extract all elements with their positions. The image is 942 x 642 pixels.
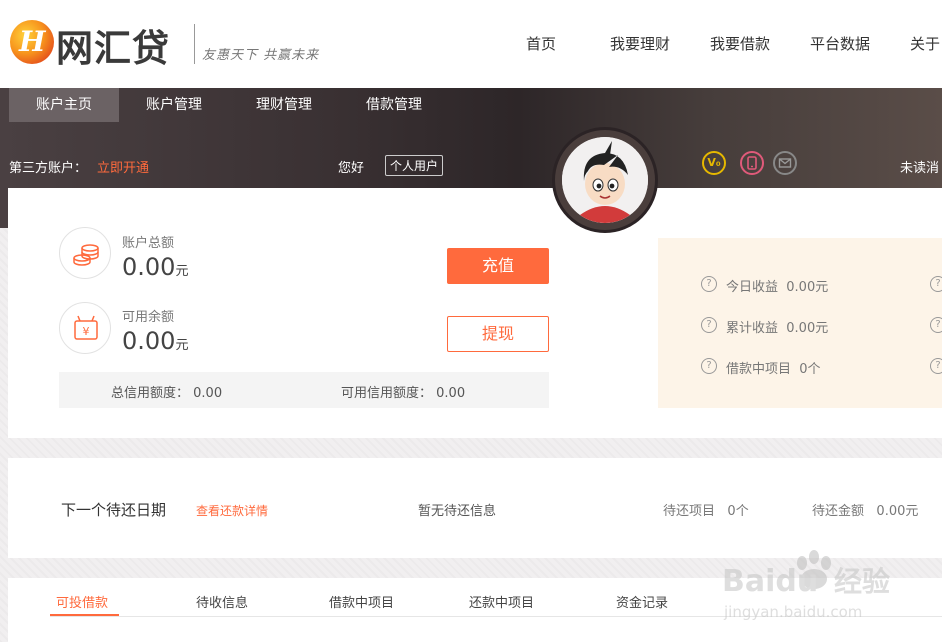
- help-icon[interactable]: ?: [701, 317, 717, 333]
- repayment-details-link[interactable]: 查看还款详情: [196, 502, 268, 519]
- tab-account-home[interactable]: 账户主页: [9, 88, 119, 122]
- no-repayment-info: 暂无待还信息: [418, 504, 497, 519]
- help-icon[interactable]: ?: [930, 358, 942, 374]
- baidu-watermark: Baidu 经验 jingyan.baidu.com: [722, 543, 922, 629]
- avatar[interactable]: [552, 127, 658, 233]
- help-icon[interactable]: ?: [701, 276, 717, 292]
- logo-letter: H: [19, 25, 46, 58]
- withdraw-button[interactable]: 提现: [447, 316, 549, 352]
- today-earnings: 今日收益 0.00元: [726, 280, 829, 295]
- watermark-url: jingyan.baidu.com: [723, 603, 862, 621]
- phone-icon[interactable]: [740, 151, 764, 175]
- total-earnings: 累计收益 0.00元: [726, 321, 829, 336]
- avatar-image: [562, 137, 648, 223]
- third-party-label: 第三方账户：: [9, 161, 88, 176]
- tab-account-manage[interactable]: 账户管理: [119, 88, 229, 122]
- watermark-brand: Baidu: [722, 564, 818, 599]
- available-credit: 可用信用额度： 0.00: [341, 386, 466, 401]
- help-icon[interactable]: ?: [930, 276, 942, 292]
- pending-items: 待还项目 0个: [663, 504, 749, 519]
- coins-icon: [59, 227, 111, 279]
- nav-platform-data[interactable]: 平台数据: [810, 33, 870, 54]
- tab-borrowing-projects[interactable]: 借款中项目: [329, 592, 394, 611]
- unread-messages-link[interactable]: 未读消: [900, 157, 939, 176]
- vip-level-icon[interactable]: V₀: [702, 151, 726, 175]
- help-icon[interactable]: ?: [701, 358, 717, 374]
- available-balance-label: 可用余额: [122, 310, 175, 325]
- available-balance-value: 0.00元: [122, 327, 189, 355]
- logo-divider: [194, 24, 195, 64]
- tab-receivables[interactable]: 待收信息: [196, 592, 248, 611]
- tab-fund-records[interactable]: 资金记录: [616, 592, 668, 611]
- borrowing-projects: 借款中项目 0个: [726, 362, 821, 377]
- tab-loan-manage[interactable]: 借款管理: [339, 88, 449, 122]
- total-balance-value: 0.00元: [122, 253, 189, 281]
- wallet-icon: ¥: [59, 302, 111, 354]
- greeting: 您好: [338, 161, 365, 176]
- tab-repaying-projects[interactable]: 还款中项目: [469, 592, 534, 611]
- mail-icon[interactable]: [773, 151, 797, 175]
- active-tab-underline: [50, 614, 119, 616]
- total-balance-label: 账户总额: [122, 236, 175, 251]
- pending-amount: 待还金额 0.00元: [812, 504, 919, 519]
- nav-invest[interactable]: 我要理财: [610, 33, 670, 54]
- svg-text:¥: ¥: [83, 325, 90, 338]
- tab-finance-manage[interactable]: 理财管理: [229, 88, 339, 122]
- nav-borrow[interactable]: 我要借款: [710, 33, 770, 54]
- watermark-cn: 经验: [834, 565, 890, 598]
- help-icon[interactable]: ?: [930, 317, 942, 333]
- logo-text[interactable]: 网汇贷: [56, 18, 170, 72]
- logo-icon[interactable]: H: [10, 20, 54, 64]
- slogan: 友惠天下 共赢未来: [202, 48, 320, 63]
- recharge-button[interactable]: 充值: [447, 248, 549, 284]
- next-repayment-title: 下一个待还日期: [61, 501, 167, 519]
- open-third-party-link[interactable]: 立即开通: [97, 157, 149, 176]
- tab-available-loans[interactable]: 可投借款: [56, 592, 108, 611]
- total-credit: 总信用额度： 0.00: [111, 386, 223, 401]
- nav-home[interactable]: 首页: [526, 33, 556, 54]
- nav-about[interactable]: 关于: [910, 33, 940, 54]
- user-type-badge: 个人用户: [385, 155, 444, 176]
